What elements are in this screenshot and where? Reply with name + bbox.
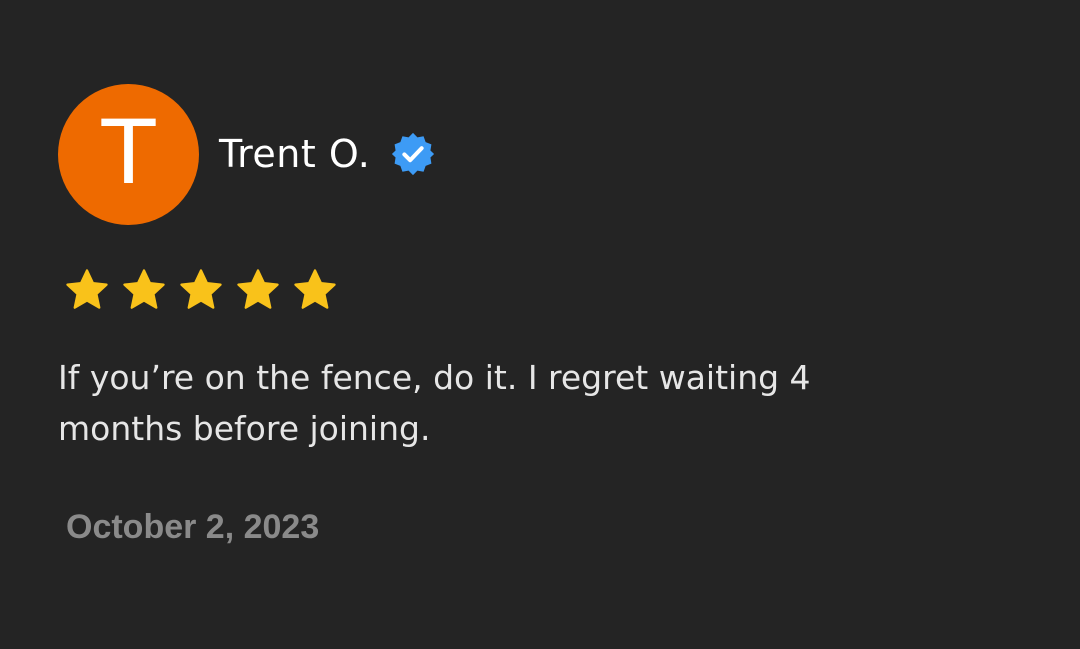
avatar: T	[58, 84, 199, 225]
avatar-initial: T	[101, 100, 156, 204]
star-icon	[66, 269, 108, 309]
review-card: T Trent O. If you’re on the fence, do it…	[0, 0, 1080, 649]
verified-badge-icon	[392, 132, 435, 176]
star-icon	[237, 269, 279, 309]
star-icon	[123, 269, 165, 309]
star-rating	[64, 266, 349, 314]
star-icon	[180, 269, 222, 309]
reviewer-name: Trent O.	[219, 132, 371, 176]
review-text: If you’re on the fence, do it. I regret …	[58, 358, 811, 448]
review-date: October 2, 2023	[66, 508, 320, 546]
reviewer-row: Trent O.	[219, 126, 436, 182]
star-icon	[294, 269, 336, 309]
